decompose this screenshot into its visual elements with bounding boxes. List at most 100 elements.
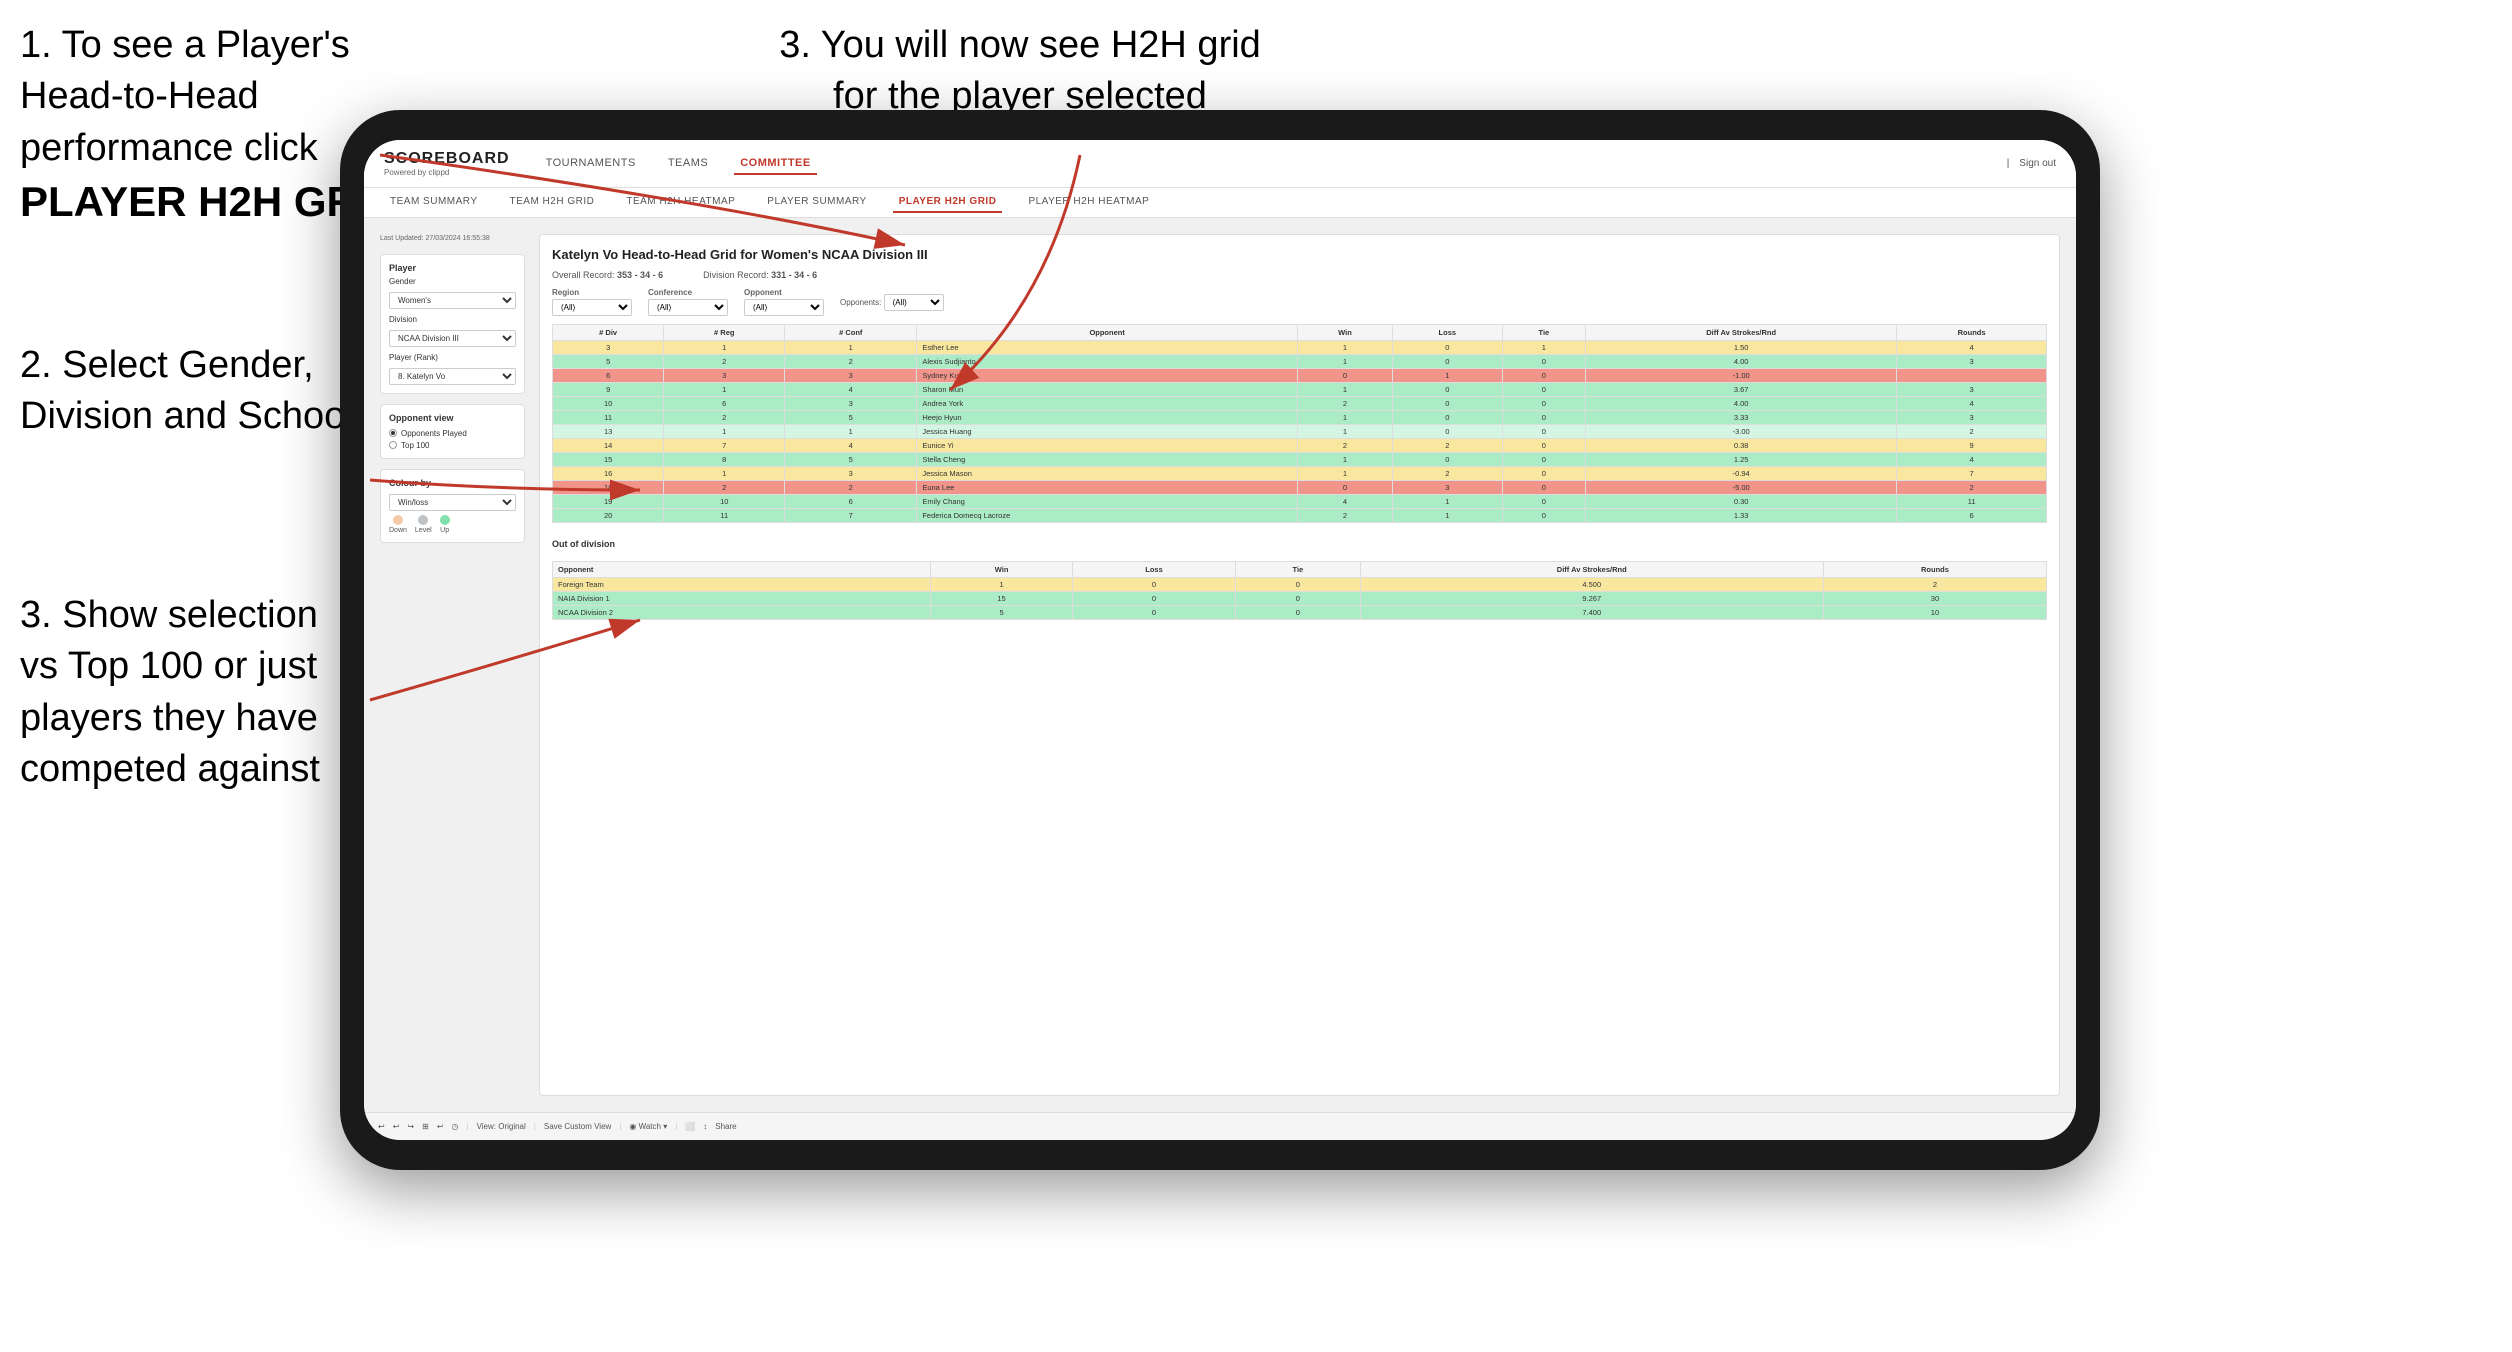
cell-rounds: 4 — [1897, 453, 2047, 467]
cell-opponent: Sydney Kuo — [917, 369, 1298, 383]
cell-loss: 0 — [1392, 341, 1502, 355]
cell-div: 19 — [553, 495, 664, 509]
cell-tie: 0 — [1502, 467, 1585, 481]
sub-tab-player-summary[interactable]: PLAYER SUMMARY — [761, 192, 872, 213]
sign-out-link[interactable]: Sign out — [2019, 158, 2056, 169]
toolbar-share[interactable]: Share — [715, 1122, 736, 1131]
toolbar-sep4: | — [675, 1122, 677, 1131]
cell-div: 20 — [553, 509, 664, 523]
sub-tab-team-h2h-grid[interactable]: TEAM H2H GRID — [504, 192, 601, 213]
cell-win: 1 — [1298, 411, 1393, 425]
cell-tie: 0 — [1502, 453, 1585, 467]
toolbar-refresh[interactable]: ↩ — [437, 1122, 444, 1131]
nav-tab-tournaments[interactable]: TOURNAMENTS — [540, 153, 642, 175]
out-table-row: NAIA Division 1 15 0 0 9.267 30 — [553, 592, 2047, 606]
toolbar-undo1[interactable]: ↩ — [378, 1122, 385, 1131]
opponent-select[interactable]: (All) — [744, 299, 824, 316]
radio-label-opponents: Opponents Played — [401, 429, 467, 438]
cell-conf: 2 — [785, 481, 917, 495]
out-division-table: Opponent Win Loss Tie Diff Av Strokes/Rn… — [552, 561, 2047, 620]
legend-dot-up — [440, 515, 450, 525]
cell-win: 2 — [1298, 509, 1393, 523]
toolbar-redo[interactable]: ↪ — [407, 1122, 414, 1131]
toolbar-layout[interactable]: ⬜ — [685, 1122, 695, 1131]
th-diff: Diff Av Strokes/Rnd — [1586, 325, 1897, 341]
cell-reg: 1 — [664, 467, 785, 481]
toolbar-sort[interactable]: ↕ — [703, 1122, 707, 1131]
sub-tab-player-h2h-grid[interactable]: PLAYER H2H GRID — [893, 192, 1003, 213]
sub-tab-team-h2h-heatmap[interactable]: TEAM H2H HEATMAP — [620, 192, 741, 213]
opponents-value-select[interactable]: (All) — [884, 294, 944, 311]
sub-nav: TEAM SUMMARY TEAM H2H GRID TEAM H2H HEAT… — [364, 188, 2076, 218]
colour-by-select[interactable]: Win/loss — [389, 494, 516, 511]
out-cell-tie: 0 — [1236, 592, 1360, 606]
cell-reg: 6 — [664, 397, 785, 411]
cell-conf: 3 — [785, 369, 917, 383]
cell-opponent: Euna Lee — [917, 481, 1298, 495]
toolbar-sep2: | — [534, 1122, 536, 1131]
conference-label: Conference — [648, 288, 728, 297]
gender-label: Gender — [389, 277, 516, 286]
radio-top100[interactable]: Top 100 — [389, 441, 516, 450]
toolbar-clock[interactable]: ◷ — [452, 1122, 459, 1131]
out-cell-diff: 9.267 — [1360, 592, 1823, 606]
cell-div: 3 — [553, 341, 664, 355]
conference-select[interactable]: (All) — [648, 299, 728, 316]
toolbar-undo2[interactable]: ↩ — [393, 1122, 400, 1131]
opponent-view-label: Opponent view — [389, 413, 516, 423]
division-select[interactable]: NCAA Division III NCAA Division I NCAA D… — [389, 330, 516, 347]
cell-diff: -5.00 — [1586, 481, 1897, 495]
instruction-text-4: 3. Show selection vs Top 100 or just pla… — [20, 594, 320, 790]
out-th-win: Win — [931, 562, 1072, 578]
cell-div: 16 — [553, 467, 664, 481]
th-div: # Div — [553, 325, 664, 341]
tablet-screen: SCOREBOARD Powered by clippd TOURNAMENTS… — [364, 140, 2076, 1140]
opponent-view-radio-group: Opponents Played Top 100 — [389, 429, 516, 450]
header-right: | Sign out — [2007, 158, 2056, 169]
nav-tab-committee[interactable]: COMMITTEE — [734, 153, 817, 175]
cell-diff: 3.33 — [1586, 411, 1897, 425]
out-th-tie: Tie — [1236, 562, 1360, 578]
player-rank-select[interactable]: 8. Katelyn Vo — [389, 368, 516, 385]
legend-dot-down — [393, 515, 403, 525]
gender-select[interactable]: Women's Men's — [389, 292, 516, 309]
cell-rounds: 2 — [1897, 425, 2047, 439]
cell-loss: 1 — [1392, 509, 1502, 523]
cell-reg: 7 — [664, 439, 785, 453]
radio-opponents-played[interactable]: Opponents Played — [389, 429, 516, 438]
colour-by-section: Colour by Win/loss Down Level — [380, 469, 525, 543]
cell-reg: 1 — [664, 425, 785, 439]
sub-tab-player-h2h-heatmap[interactable]: PLAYER H2H HEATMAP — [1022, 192, 1155, 213]
out-cell-diff: 4.500 — [1360, 578, 1823, 592]
cell-diff: 3.67 — [1586, 383, 1897, 397]
cell-diff: -1.00 — [1586, 369, 1897, 383]
cell-opponent: Federica Domecq Lacroze — [917, 509, 1298, 523]
toolbar-save-custom[interactable]: Save Custom View — [544, 1122, 611, 1131]
region-label: Region — [552, 288, 632, 297]
h2h-panel: Katelyn Vo Head-to-Head Grid for Women's… — [539, 234, 2060, 1096]
out-th-diff: Diff Av Strokes/Rnd — [1360, 562, 1823, 578]
sidebar-player-section: Player Gender Women's Men's Division NCA… — [380, 254, 525, 394]
th-win: Win — [1298, 325, 1393, 341]
toolbar-grid[interactable]: ⊞ — [422, 1122, 429, 1131]
out-cell-opponent: NAIA Division 1 — [553, 592, 931, 606]
cell-div: 9 — [553, 383, 664, 397]
toolbar-view-original[interactable]: View: Original — [477, 1122, 526, 1131]
sub-tab-team-summary[interactable]: TEAM SUMMARY — [384, 192, 484, 213]
out-of-division-label: Out of division — [552, 539, 2047, 549]
cell-conf: 4 — [785, 439, 917, 453]
main-content: Last Updated: 27/03/2024 16:55:38 Player… — [364, 218, 2076, 1112]
nav-tab-teams[interactable]: TEAMS — [662, 153, 714, 175]
toolbar-watch[interactable]: ◉ Watch ▾ — [629, 1122, 667, 1131]
table-row: 20 11 7 Federica Domecq Lacroze 2 1 0 1.… — [553, 509, 2047, 523]
region-select[interactable]: (All) — [552, 299, 632, 316]
cell-diff: 0.30 — [1586, 495, 1897, 509]
radio-dot-top100 — [389, 441, 397, 449]
out-cell-win: 15 — [931, 592, 1072, 606]
filter-group-conference: Conference (All) — [648, 288, 728, 316]
out-th-loss: Loss — [1072, 562, 1235, 578]
th-tie: Tie — [1502, 325, 1585, 341]
legend-down: Down — [389, 515, 407, 534]
logo-text: SCOREBOARD — [384, 150, 510, 168]
cell-loss: 1 — [1392, 369, 1502, 383]
